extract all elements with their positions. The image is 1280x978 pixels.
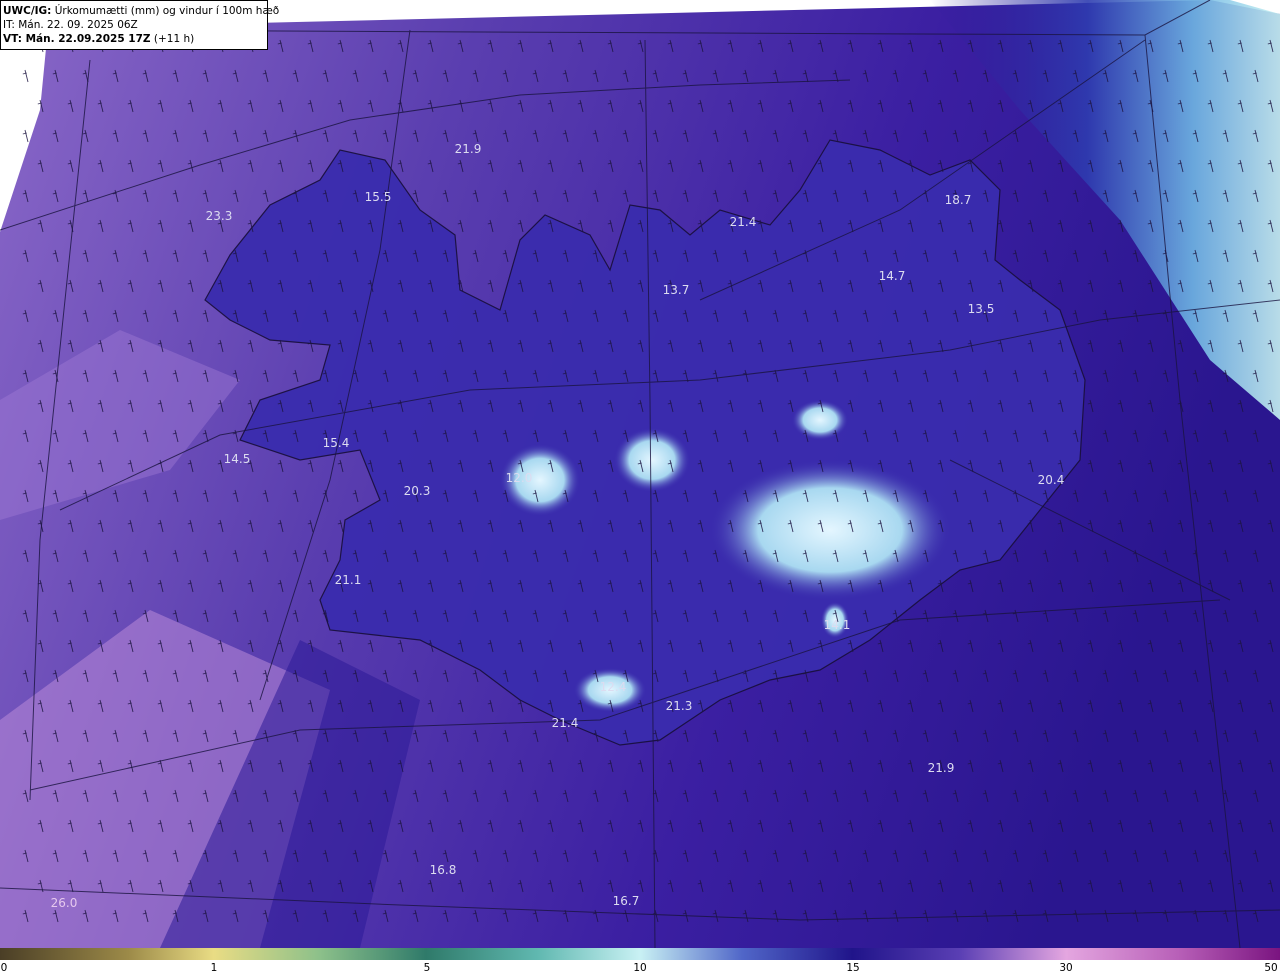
value-label: 21.4 [729, 215, 757, 229]
map-viewer: UWC/IG: Úrkomumætti (mm) og vindur í 100… [0, 0, 1280, 978]
colorbar-tick: 50 [1264, 962, 1278, 974]
valid-time: VT: Mán. 22.09.2025 17Z [3, 33, 151, 45]
colorbar-tick: 0 [0, 962, 8, 974]
product-title: Úrkomumætti (mm) og vindur í 100m hæð [54, 5, 280, 17]
colorbar-tick: 1 [210, 962, 218, 974]
value-label: 15.4 [322, 436, 350, 450]
value-label: 13.5 [967, 302, 995, 316]
colorbar-tick: 30 [1059, 962, 1073, 974]
value-label: 21.9 [454, 142, 482, 156]
value-label: 12.0 [505, 471, 533, 485]
value-label: 15.5 [364, 190, 392, 204]
value-label: 23.3 [205, 209, 233, 223]
value-label: 16.8 [429, 863, 457, 877]
value-label: 26.0 [50, 896, 78, 910]
init-time: IT: Mán. 22. 09. 2025 06Z [3, 19, 138, 31]
value-label: 20.3 [403, 484, 431, 498]
colorbar-tick: 15 [846, 962, 860, 974]
value-label: 21.4 [551, 716, 579, 730]
value-label: 21.3 [665, 699, 693, 713]
hofsjokull [614, 428, 690, 492]
value-label: 18.7 [944, 193, 972, 207]
precipitable-water-map [0, 0, 1280, 948]
colorbar-tick: 5 [423, 962, 431, 974]
value-label: 20.4 [1037, 473, 1065, 487]
info-box: UWC/IG: Úrkomumætti (mm) og vindur í 100… [0, 0, 279, 50]
value-label: 13.7 [662, 283, 690, 297]
valid-offset: (+11 h) [153, 33, 195, 45]
value-label: 14.7 [878, 269, 906, 283]
value-label: 16.7 [612, 894, 640, 908]
value-label: 14.5 [223, 452, 251, 466]
value-label: 12.4 [599, 680, 627, 694]
vatnajokull [710, 460, 950, 600]
colorbar-tick: 10 [633, 962, 647, 974]
value-label: 21.9 [927, 761, 955, 775]
value-label: 14.1 [823, 618, 851, 632]
colorbar [0, 948, 1280, 960]
product-code: UWC/IG: [3, 5, 52, 17]
value-label: 21.1 [334, 573, 362, 587]
